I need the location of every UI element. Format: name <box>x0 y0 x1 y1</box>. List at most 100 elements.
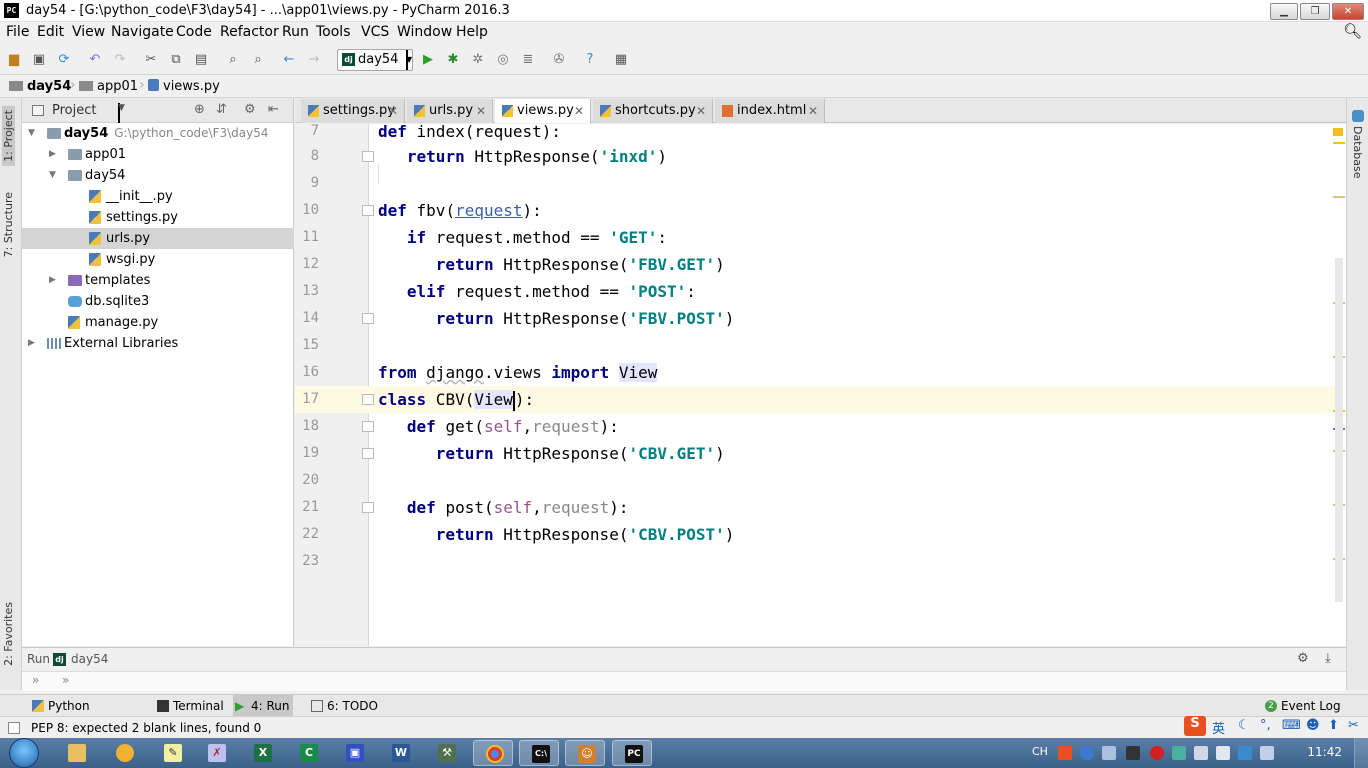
close-tab-icon[interactable]: ✕ <box>808 99 818 123</box>
taskbar-tool[interactable]: ✗ <box>196 740 236 766</box>
warning-marker[interactable] <box>1333 142 1345 144</box>
tree-item[interactable]: ▼ day54 G:\python_code\F3\day54 <box>22 123 294 144</box>
chevron-down-icon[interactable]: ▼ <box>28 123 35 144</box>
tree-item[interactable]: wsgi.py <box>22 249 294 270</box>
fold-marker[interactable] <box>362 448 374 459</box>
close-button[interactable]: ✕ <box>1332 3 1364 20</box>
project-panel-title[interactable]: Project <box>52 103 96 118</box>
menu-navigate[interactable]: Navigate <box>111 24 174 40</box>
start-button[interactable] <box>4 738 44 768</box>
punctuation-icon[interactable]: °, <box>1260 718 1271 733</box>
editor-scrollbar[interactable] <box>1335 258 1343 602</box>
scroll-from-source-icon[interactable]: ⊕ <box>194 102 205 117</box>
tray-icon[interactable] <box>1126 746 1140 760</box>
taskbar-chrome[interactable] <box>473 740 513 766</box>
taskbar-tool2[interactable]: ⚒ <box>426 740 466 766</box>
tool-tab-project[interactable]: 1: Project <box>2 106 15 166</box>
profile-icon[interactable]: ◎ <box>494 51 512 69</box>
tray-icon[interactable] <box>1238 746 1252 760</box>
taskbar-excel[interactable]: X <box>242 740 282 766</box>
clock[interactable]: 11:42 <box>1307 745 1342 759</box>
find-icon[interactable]: ⌕ <box>224 51 242 69</box>
maximize-button[interactable]: ❐ <box>1300 3 1330 20</box>
warning-marker[interactable] <box>1333 196 1345 198</box>
network-icon[interactable] <box>1216 746 1230 760</box>
tools-icon[interactable]: ✂ <box>1348 718 1359 733</box>
close-tab-icon[interactable]: ✕ <box>388 99 398 123</box>
menu-run[interactable]: Run <box>282 24 309 40</box>
fold-marker[interactable] <box>362 151 374 162</box>
code-line-12[interactable]: 12 return HttpResponse('FBV.GET') <box>295 251 1335 278</box>
tab-views-py[interactable]: views.py ✕ <box>495 99 591 123</box>
taskbar-notepad[interactable]: ✎ <box>152 740 192 766</box>
chevron-right-icon[interactable]: ▶ <box>49 270 56 291</box>
tool-tab-database[interactable]: Database <box>1351 126 1364 179</box>
code-line-8[interactable]: 8 return HttpResponse('inxd') <box>295 143 1335 170</box>
fold-marker[interactable] <box>362 502 374 513</box>
replace-icon[interactable]: ⌕ <box>249 51 267 69</box>
tab-python-console[interactable]: Python Console <box>30 695 138 735</box>
help-tray-icon[interactable] <box>1080 746 1094 760</box>
help-icon[interactable]: ? <box>581 51 599 69</box>
code-line-13[interactable]: 13 elif request.method == 'POST': <box>295 278 1335 305</box>
close-tab-icon[interactable]: ✕ <box>476 99 486 123</box>
run-icon[interactable]: ▶ <box>419 51 437 69</box>
code-line-7[interactable]: 7 def index(request): <box>295 124 1335 145</box>
code-line-19[interactable]: 19 return HttpResponse('CBV.GET') <box>295 440 1335 467</box>
copy-icon[interactable]: ⧉ <box>167 51 185 69</box>
code-line-16[interactable]: 16 from django.views import View <box>295 359 1335 386</box>
ime-language[interactable]: 英 <box>1212 718 1225 737</box>
code-line-23[interactable]: 23 <box>295 548 1335 575</box>
tree-item[interactable]: ▼ day54 <box>22 165 294 186</box>
tree-item[interactable]: db.sqlite3 <box>22 291 294 312</box>
menu-window[interactable]: Window <box>397 24 452 40</box>
menu-file[interactable]: File <box>6 24 29 40</box>
tray-icon[interactable] <box>1194 746 1208 760</box>
tree-item[interactable]: ▶ app01 <box>22 144 294 165</box>
code-line-20[interactable]: 20 <box>295 467 1335 494</box>
tab-urls-py[interactable]: urls.py ✕ <box>407 99 493 123</box>
taskbar-media[interactable]: ☺ <box>565 740 605 766</box>
settings-icon[interactable]: ✇ <box>550 51 568 69</box>
minimize-button[interactable]: ▁ <box>1270 3 1298 20</box>
tool-windows-icon[interactable] <box>8 722 20 734</box>
taskbar-pycharm[interactable]: PC <box>612 740 652 766</box>
code-line-18[interactable]: 18 def get(self,request): <box>295 413 1335 440</box>
gear-icon[interactable]: ⚙ <box>244 102 256 117</box>
sdk-manager-icon[interactable]: ▦ <box>612 51 630 69</box>
warning-marker[interactable] <box>1333 128 1343 136</box>
expand-icon[interactable]: » <box>32 673 39 687</box>
code-line-11[interactable]: 11 if request.method == 'GET': <box>295 224 1335 251</box>
event-log-button[interactable]: 2 Event Log <box>1263 695 1343 717</box>
run-config-select[interactable]: dj day54 ▼ <box>337 49 413 71</box>
sogou-tray-icon[interactable] <box>1058 746 1072 760</box>
code-line-21[interactable]: 21 def post(self,request): <box>295 494 1335 521</box>
menu-tools[interactable]: Tools <box>316 24 351 40</box>
taskbar-word[interactable]: W <box>380 740 420 766</box>
code-line-17[interactable]: 17 class CBV(View): <box>295 386 1335 413</box>
tab-settings-py[interactable]: settings.py ✕ <box>301 99 405 123</box>
tool-tab-structure[interactable]: 7: Structure <box>2 192 15 257</box>
tray-icon[interactable] <box>1172 746 1186 760</box>
fold-marker[interactable] <box>362 205 374 216</box>
breadcrumb-project[interactable]: day54 <box>9 79 71 94</box>
sync-icon[interactable]: ⟳ <box>55 51 73 69</box>
user-icon[interactable]: ☻ <box>1306 718 1320 733</box>
undo-icon[interactable]: ↶ <box>86 51 104 69</box>
chevron-down-icon[interactable]: ▼ <box>49 165 56 186</box>
menu-code[interactable]: Code <box>176 24 212 40</box>
fold-marker[interactable] <box>362 313 374 324</box>
hide-panel-icon[interactable]: ⤓ <box>1325 651 1331 666</box>
coverage-icon[interactable]: ✲ <box>469 51 487 69</box>
taskbar-explorer[interactable] <box>56 740 96 766</box>
gear-icon[interactable]: ⚙ <box>1297 651 1309 666</box>
record-icon[interactable] <box>1150 746 1164 760</box>
code-line-10[interactable]: 10 def fbv(request): <box>295 197 1335 224</box>
volume-icon[interactable] <box>1260 746 1274 760</box>
tray-icon[interactable] <box>1102 746 1116 760</box>
skin-icon[interactable]: ⬆ <box>1328 718 1339 733</box>
code-line-22[interactable]: 22 return HttpResponse('CBV.POST') <box>295 521 1335 548</box>
tree-item[interactable]: settings.py <box>22 207 294 228</box>
tab-run[interactable]: ▶ 4: Run <box>233 695 293 717</box>
close-tab-icon[interactable]: ✕ <box>696 99 706 123</box>
